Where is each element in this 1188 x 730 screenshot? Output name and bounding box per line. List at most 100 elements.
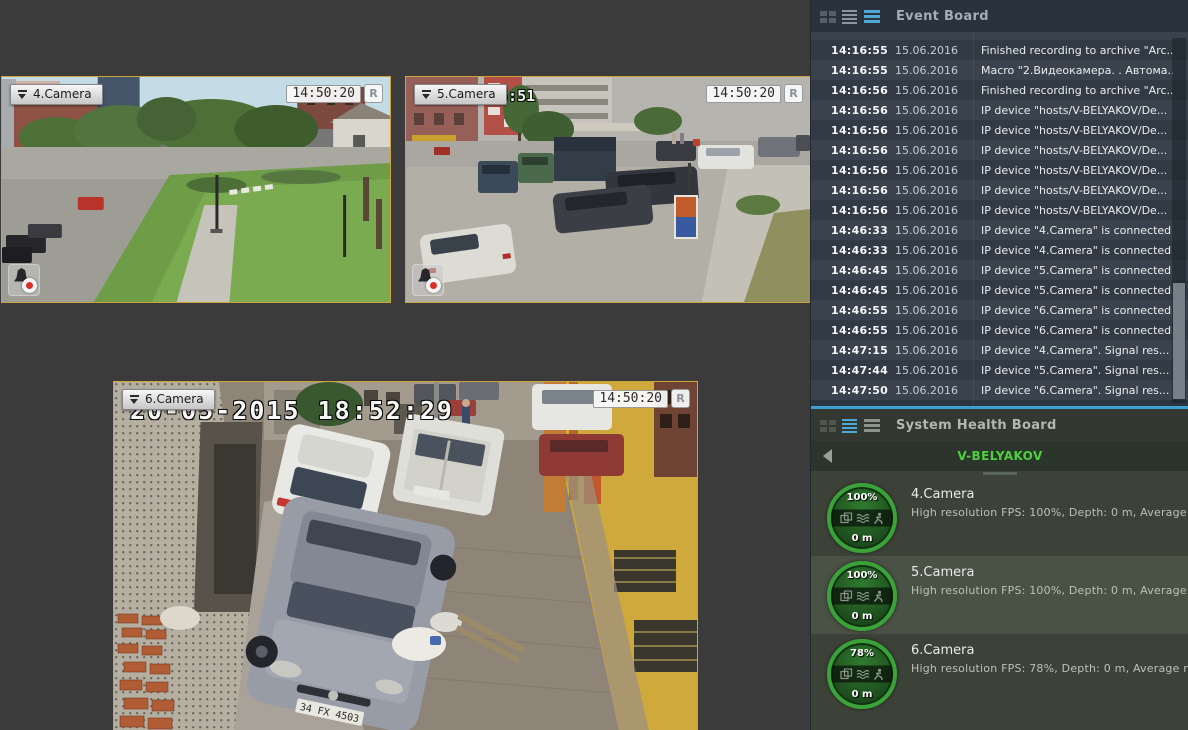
camera-tile-5[interactable]: 15:51 5.Camera 14:50:20 R (405, 76, 811, 303)
event-row[interactable]: 14:16:56 15.06.2016 IP device "hosts/V-B… (811, 140, 1188, 160)
motion-person-icon (873, 668, 884, 680)
event-date: 15.06.2016 (895, 184, 971, 197)
chevron-down-icon (18, 89, 27, 99)
motion-person-icon (873, 590, 884, 602)
event-time: 14:46:45 (831, 284, 893, 297)
event-row[interactable]: 14:16:56 15.06.2016 Finished recording t… (811, 80, 1188, 100)
event-date: 15.06.2016 (895, 64, 971, 77)
noise-icon (856, 512, 870, 524)
health-board-header: System Health Board (811, 409, 1188, 441)
frames-icon (840, 512, 853, 524)
event-date: 15.06.2016 (895, 344, 971, 357)
event-row[interactable]: 14:16:56 15.06.2016 IP device "hosts/V-B… (811, 160, 1188, 180)
event-message: Macro "2.Видеокамера. . Автома... (981, 64, 1173, 77)
event-date: 15.06.2016 (895, 84, 971, 97)
camera-tile-6[interactable]: 34 FX 4503 20-05-2015 18:52:29 (113, 381, 698, 730)
event-message: IP device "4.Camera" is connected (981, 224, 1173, 237)
event-time: 14:16:56 (831, 184, 893, 197)
health-entry[interactable]: 78% (811, 634, 1188, 712)
event-time: 14:46:55 (831, 324, 893, 337)
event-message: IP device "hosts/V-BELYAKOV/De... (981, 124, 1173, 137)
health-gauge: 100% (827, 483, 897, 553)
event-row[interactable]: 14:46:55 15.06.2016 IP device "6.Camera"… (811, 320, 1188, 340)
health-camera-details: High resolution FPS: 100%, Depth: 0 m, A… (911, 584, 1188, 597)
camera-clock: 14:50:20 (593, 390, 668, 408)
event-message: IP device "5.Camera" is connected (981, 284, 1173, 297)
rec-mode-button[interactable]: R (364, 84, 383, 103)
gauge-depth: 0 m (831, 533, 893, 544)
grid-view-icon[interactable] (820, 9, 836, 24)
event-row[interactable]: 14:46:33 15.06.2016 IP device "4.Camera"… (811, 220, 1188, 240)
camera-6-video: 34 FX 4503 (114, 382, 697, 730)
event-row[interactable]: 14:16:56 15.06.2016 IP device "hosts/V-B… (811, 100, 1188, 120)
event-row[interactable]: 14:46:45 15.06.2016 IP device "5.Camera"… (811, 280, 1188, 300)
table-view-icon[interactable] (864, 9, 880, 24)
gauge-depth: 0 m (831, 611, 893, 622)
list-view-icon[interactable] (842, 9, 858, 24)
camera-name-button[interactable]: 6.Camera (122, 389, 215, 410)
event-row[interactable]: 14:16:55 15.06.2016 Finished recording t… (811, 40, 1188, 60)
event-message: IP device "hosts/V-BELYAKOV/De... (981, 204, 1173, 217)
scrollbar-thumb[interactable] (1173, 283, 1185, 400)
system-health-board-panel: System Health Board V-BELYAKOV 100% (811, 409, 1188, 730)
health-gauge: 78% (827, 639, 897, 709)
health-camera-details: High resolution FPS: 100%, Depth: 0 m, A… (911, 506, 1188, 519)
gauge-percent: 100% (831, 570, 893, 581)
camera-name-button[interactable]: 4.Camera (10, 84, 103, 105)
gauge-percent: 100% (831, 492, 893, 503)
camera-name-label: 6.Camera (145, 392, 204, 406)
health-entry-text: 5.Camera High resolution FPS: 100%, Dept… (911, 556, 1188, 597)
event-row[interactable]: 14:16:56 15.06.2016 IP device "hosts/V-B… (811, 120, 1188, 140)
event-time: 14:46:55 (831, 304, 893, 317)
event-row[interactable]: 14:16:56 15.06.2016 IP device "hosts/V-B… (811, 180, 1188, 200)
camera-name-button[interactable]: 5.Camera (414, 84, 507, 105)
camera-tile-4[interactable]: 4.Camera 14:50:20 R (1, 76, 391, 303)
health-camera-details: High resolution FPS: 78%, Depth: 0 m, Av… (911, 662, 1188, 675)
event-message: IP device "6.Camera" is connected (981, 324, 1173, 337)
recording-indicator-button[interactable] (8, 264, 40, 296)
event-date: 15.06.2016 (895, 384, 971, 397)
event-row[interactable]: 14:46:33 15.06.2016 IP device "4.Camera"… (811, 240, 1188, 260)
event-row[interactable]: 14:46:55 15.06.2016 IP device "6.Camera"… (811, 300, 1188, 320)
rec-mode-button[interactable]: R (784, 84, 803, 103)
event-row[interactable]: 14:46:45 15.06.2016 IP device "5.Camera"… (811, 260, 1188, 280)
event-row[interactable]: 14:47:44 15.06.2016 IP device "5.Camera"… (811, 360, 1188, 380)
event-row[interactable]: 14:47:50 15.06.2016 IP device "6.Camera"… (811, 380, 1188, 400)
table-view-icon[interactable] (864, 418, 880, 433)
event-date: 15.06.2016 (895, 144, 971, 157)
event-message: IP device "6.Camera" is connected (981, 304, 1173, 317)
event-message: IP device "6.Camera". Signal res... (981, 384, 1173, 397)
health-camera-name: 4.Camera (911, 487, 1188, 502)
grid-view-icon[interactable] (820, 418, 836, 433)
event-date: 15.06.2016 (895, 204, 971, 217)
event-date: 15.06.2016 (895, 44, 971, 57)
server-bar: V-BELYAKOV (811, 441, 1188, 471)
health-camera-name: 6.Camera (911, 643, 1188, 658)
rec-mode-button[interactable]: R (671, 389, 690, 408)
event-message: Finished recording to archive "Arc.. (981, 84, 1173, 97)
recording-indicator-button[interactable] (412, 264, 444, 296)
event-date: 15.06.2016 (895, 164, 971, 177)
event-message: IP device "hosts/V-BELYAKOV/De... (981, 184, 1173, 197)
event-row[interactable]: 14:16:56 15.06.2016 IP device "hosts/V-B… (811, 200, 1188, 220)
list-view-icon[interactable] (842, 418, 858, 433)
event-time: 14:16:55 (831, 44, 893, 57)
camera-clock: 14:50:20 (286, 85, 361, 103)
health-entry[interactable]: 100% (811, 556, 1188, 634)
event-row-partial (811, 32, 1188, 40)
event-date: 15.06.2016 (895, 284, 971, 297)
event-scrollbar[interactable] (1172, 38, 1186, 403)
event-row[interactable]: 14:47:15 15.06.2016 IP device "4.Camera"… (811, 340, 1188, 360)
health-entry[interactable]: 100% (811, 478, 1188, 556)
noise-icon (856, 668, 870, 680)
event-time: 14:47:44 (831, 364, 893, 377)
event-time: 14:16:55 (831, 64, 893, 77)
back-arrow-icon[interactable] (823, 449, 832, 463)
tile-clock-group: 14:50:20 R (706, 84, 803, 103)
event-row[interactable]: 14:16:55 15.06.2016 Macro "2.Видеокамера… (811, 60, 1188, 80)
camera-4-video (2, 77, 390, 302)
surveillance-workspace: 4.Camera 14:50:20 R (0, 0, 1188, 730)
gauge-icon-band (831, 588, 893, 605)
event-date: 15.06.2016 (895, 364, 971, 377)
event-time: 14:16:56 (831, 124, 893, 137)
